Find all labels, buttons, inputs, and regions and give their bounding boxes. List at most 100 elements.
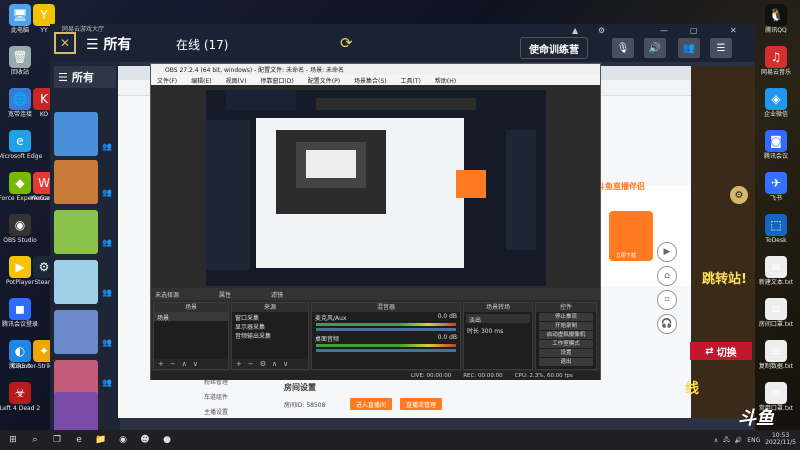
tray-expand-icon[interactable]: ∧ [714, 437, 718, 444]
desktop-icon[interactable]: ◈ 企业微信 [756, 88, 796, 128]
desktop-icon[interactable]: e Microsoft Edge [0, 130, 42, 170]
obs-menu-item[interactable]: 编辑(E) [191, 76, 211, 85]
desktop-icon[interactable]: ☣ Left 4 Dead 2 [0, 382, 40, 422]
close-icon[interactable]: ✕ [730, 26, 737, 35]
obs-menu-item[interactable]: 工具(T) [401, 76, 421, 85]
filters-button[interactable]: 滤镜 [271, 290, 283, 299]
avatar[interactable] [54, 310, 98, 354]
training-camp-button[interactable]: 使命训练营 [520, 37, 588, 59]
source-item[interactable]: 窗口采集 [232, 312, 308, 322]
desktop-icon-label: 飞书 [769, 195, 782, 202]
network-tray-icon[interactable]: 🖧 [723, 435, 730, 445]
desktop-icon[interactable]: ≡ 房间口罩.txt [756, 298, 796, 338]
clock[interactable]: 10:53 2022/11/5 [765, 433, 796, 446]
desktop-icon[interactable]: ◉ OBS Studio [0, 214, 40, 254]
chat-icon[interactable]: ☻ [136, 432, 154, 448]
duration-input[interactable]: 300 ms [481, 328, 503, 335]
controls-dock: 控件 停止推流 开始录制 启动虚拟摄像机 工作室模式 设置 退出 [535, 302, 597, 370]
avatar[interactable] [54, 260, 98, 304]
volume-tray-icon[interactable]: 🔊 [735, 437, 742, 444]
source-item[interactable]: 音频输出采集 [232, 330, 308, 340]
enter-room-button[interactable]: 进入直播间 [350, 398, 393, 410]
obs-icon[interactable]: ◉ [114, 432, 132, 448]
obs-status-bar: LIVE: 00:00:00 REC: 00:00:00 CPU: 2.3%, … [151, 371, 600, 380]
friend-action-icon[interactable]: 👥 [102, 338, 114, 350]
skin-icon[interactable]: ▲ [572, 26, 578, 35]
record-icon[interactable]: ● [158, 432, 176, 448]
file-explorer-icon[interactable]: 📁 [92, 432, 110, 448]
scan-icon[interactable]: ⌗ [657, 290, 677, 310]
settings-button[interactable]: 设置 [539, 349, 593, 357]
play-icon[interactable]: ▶ [657, 242, 677, 262]
volume-slider[interactable] [316, 328, 456, 331]
speaker-icon[interactable]: 🔊 [644, 38, 666, 58]
volume-slider[interactable] [316, 349, 456, 352]
friend-action-icon[interactable]: 👥 [102, 188, 114, 200]
obs-menu-item[interactable]: 帮助(H) [435, 76, 456, 85]
properties-button[interactable]: 属性 [219, 290, 231, 299]
friend-action-icon[interactable]: 👥 [102, 238, 114, 250]
maximize-icon[interactable]: ▢ [690, 26, 698, 35]
desktop-icon[interactable]: ≡ 新建文本.txt [756, 256, 796, 296]
obs-menu-item[interactable]: 配置文件(P) [308, 76, 340, 85]
friend-action-icon[interactable]: 👥 [102, 378, 114, 390]
desktop-icon[interactable]: ◼ 腾讯会议登录 [0, 298, 40, 338]
sidebar-item-anchor[interactable]: 主播设置 [194, 404, 260, 419]
switch-button[interactable]: ⇄ 切换 [690, 342, 752, 360]
mic-mute-icon[interactable]: 🎙 [612, 38, 634, 58]
desktop-icon[interactable]: ✈ 飞书 [756, 172, 796, 212]
desktop-icon[interactable]: ♫ 网易云音乐 [756, 46, 796, 86]
sidebar-tab-all[interactable]: ☰ 所有 [54, 66, 116, 88]
remove-icon[interactable]: − [248, 360, 254, 368]
start-record-button[interactable]: 开始录制 [539, 322, 593, 330]
exit-button[interactable]: 退出 [539, 358, 593, 366]
up-icon[interactable]: ∧ [182, 360, 187, 368]
headset-icon[interactable]: 🎧 [657, 314, 677, 334]
minimize-icon[interactable]: — [660, 26, 668, 35]
search-icon[interactable]: ⌕ [26, 432, 44, 448]
friend-action-icon[interactable]: 👥 [102, 142, 114, 154]
friend-action-icon[interactable]: 👥 [102, 288, 114, 300]
desktop-icon[interactable]: 🗑 回收站 [0, 46, 40, 86]
obs-menu-item[interactable]: 视图(V) [226, 76, 247, 85]
input-language[interactable]: ENG [747, 437, 760, 444]
settings-icon[interactable]: ⚙ [598, 26, 605, 35]
avatar[interactable] [54, 210, 98, 254]
desktop-icon[interactable]: ⬚ ToDesk [756, 214, 796, 254]
down-icon[interactable]: ∨ [193, 360, 198, 368]
menu-icon[interactable]: ☰ [710, 38, 732, 58]
scene-item[interactable]: 场景 [154, 312, 228, 322]
down-icon[interactable]: ∨ [283, 360, 288, 368]
studio-mode-button[interactable]: 工作室模式 [539, 340, 593, 348]
obs-menu-item[interactable]: 文件(F) [157, 76, 177, 85]
desktop-icon[interactable]: ◙ 腾讯会议 [756, 130, 796, 170]
settings-gear-icon[interactable]: ⚙ [730, 186, 748, 204]
add-icon[interactable]: + [158, 360, 164, 368]
start-icon[interactable]: ⊞ [4, 432, 22, 448]
obs-preview[interactable] [206, 90, 546, 286]
sidebar-item-components[interactable]: 车道组件 [194, 389, 260, 404]
desktop-icon[interactable]: ≡ 复制数据.txt [756, 340, 796, 380]
edge-icon[interactable]: e [70, 432, 88, 448]
desktop-icon[interactable]: 🐧 腾讯QQ [756, 4, 796, 44]
tab-all[interactable]: ☰ 所有 [86, 34, 131, 54]
avatar[interactable] [54, 160, 98, 204]
home-icon[interactable]: ⌂ [657, 266, 677, 286]
stop-stream-button[interactable]: 停止推流 [539, 313, 593, 321]
gear-icon[interactable]: ⚙ [260, 360, 266, 368]
tab-online[interactable]: 在线 (17) [176, 36, 228, 53]
add-friend-icon[interactable]: 👥 [678, 38, 700, 58]
obs-menu-item[interactable]: 停靠窗口(D) [260, 76, 293, 85]
task-view-icon[interactable]: ❐ [48, 432, 66, 448]
up-icon[interactable]: ∧ [272, 360, 277, 368]
promo-download-button[interactable]: 立即下载 [616, 252, 636, 259]
avatar[interactable] [54, 112, 98, 156]
stream-manage-button[interactable]: 直播流管理 [400, 398, 443, 410]
source-item[interactable]: 显示器采集 [232, 321, 308, 331]
refresh-icon[interactable]: ⟳ [340, 34, 353, 52]
add-icon[interactable]: + [236, 360, 242, 368]
transition-select[interactable]: 淡出 [466, 314, 530, 324]
virtual-camera-button[interactable]: 启动虚拟摄像机 [539, 331, 593, 339]
obs-menu-item[interactable]: 场景集合(S) [354, 76, 387, 85]
remove-icon[interactable]: − [170, 360, 176, 368]
